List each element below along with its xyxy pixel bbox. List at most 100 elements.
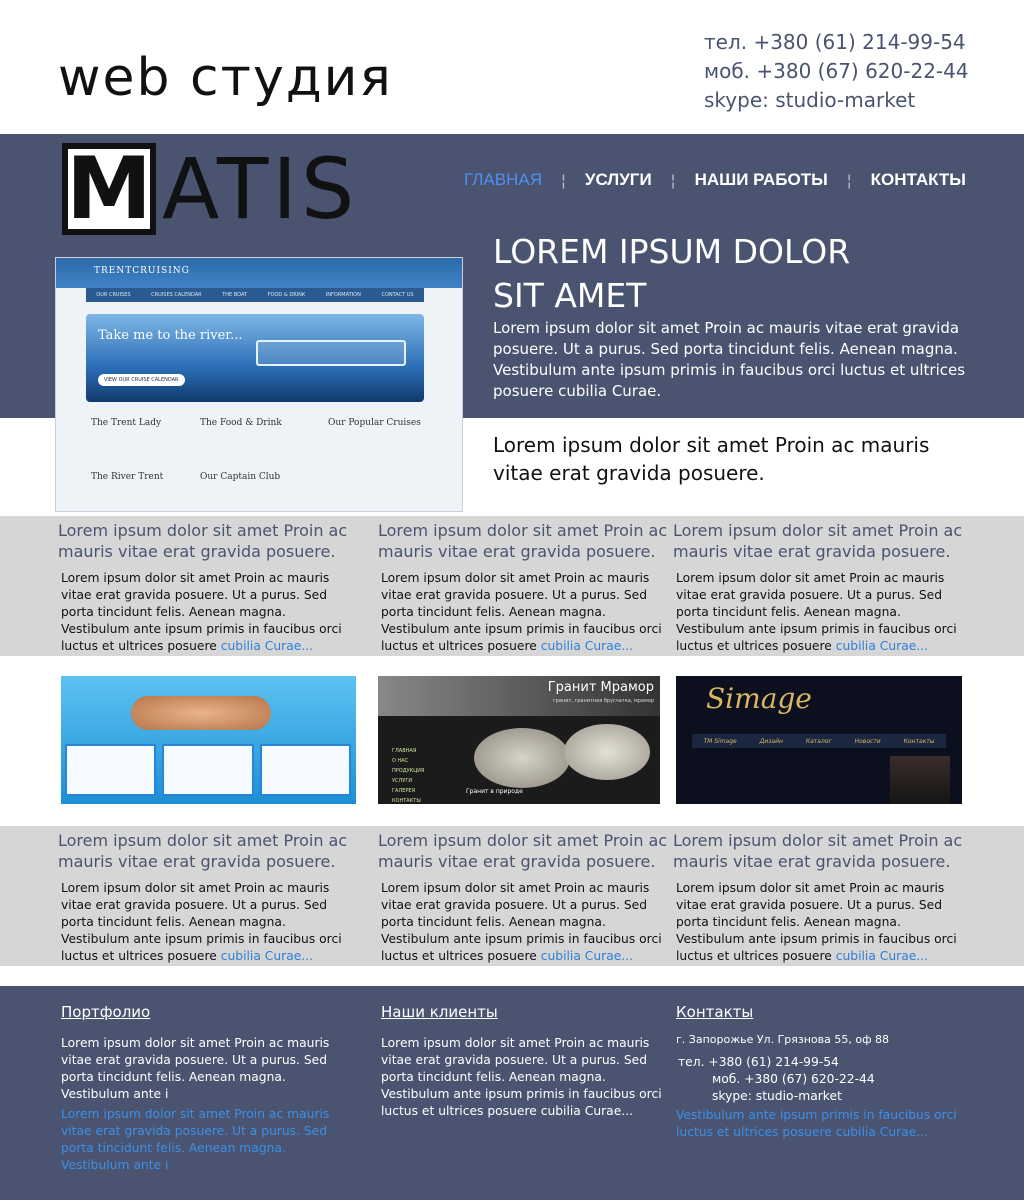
header-mobile: моб. +380 (67) 620-22-44 xyxy=(704,59,969,83)
screenshot-popular: Our Popular Cruises xyxy=(328,418,421,428)
nav-item-services[interactable]: УСЛУГИ xyxy=(571,170,666,190)
thumb-panels xyxy=(65,744,351,796)
stone-graphic xyxy=(564,724,650,780)
top-header: web студия тел. +380 (61) 214-99-54 моб.… xyxy=(0,0,1024,134)
card-link[interactable]: cubilia Curae... xyxy=(836,639,928,653)
hero-title: LOREM IPSUM DOLOR SIT AMET xyxy=(493,230,973,318)
simage-menu-item: Каталог xyxy=(805,737,832,745)
footer-clients-text: Lorem ipsum dolor sit amet Proin ac maur… xyxy=(381,1036,662,1118)
card-text: Lorem ipsum dolor sit amet Proin ac maur… xyxy=(673,880,968,965)
granite-menu-item: ГАЛЕРЕЯ xyxy=(392,788,416,794)
footer-mobile: моб. +380 (67) 620-22-44 xyxy=(712,1072,875,1086)
nav-item-contacts[interactable]: КОНТАКТЫ xyxy=(857,170,980,190)
hero-screenshot[interactable]: TRENTCRUISING OUR CRUISES CRUISES CALEND… xyxy=(55,257,463,512)
granite-menu: ГЛАВНАЯ О НАС ПРОДУКЦИЯ УСЛУГИ ГАЛЕРЕЯ К… xyxy=(392,746,424,804)
card-title: Lorem ipsum dolor sit amet Proin ac maur… xyxy=(58,831,348,871)
hero-subtitle: Lorem ipsum dolor sit amet Proin ac maur… xyxy=(493,433,930,485)
hero-title-line: SIT AMET xyxy=(493,276,647,315)
hero-title-line: LOREM IPSUM DOLOR xyxy=(493,232,851,271)
logo-m-box: M xyxy=(62,143,156,235)
nav-separator: ¦ xyxy=(670,170,676,190)
card: Lorem ipsum dolor sit amet Proin ac maur… xyxy=(673,830,968,965)
screenshot-menu-item: OUR CRUISES xyxy=(96,292,131,298)
screenshot-menu-item: THE BOAT xyxy=(222,292,248,298)
footer-contacts-link[interactable]: Vestibulum ante ipsum primis in faucibus… xyxy=(676,1107,976,1141)
screenshot-card-title: Our Captain Club xyxy=(200,472,281,482)
screenshot-brand: TRENTCRUISING xyxy=(94,266,190,276)
screenshot-card-title: The River Trent xyxy=(91,472,164,482)
simage-menu-item: ТМ Simage xyxy=(703,737,737,745)
card-title: Lorem ipsum dolor sit amet Proin ac maur… xyxy=(378,521,668,561)
card: Lorem ipsum dolor sit amet Proin ac maur… xyxy=(58,520,358,655)
thumb-panel xyxy=(162,744,254,796)
nav-separator: ¦ xyxy=(846,170,852,190)
screenshot-menu-item: FOOD & DRINK xyxy=(267,292,306,298)
card-link[interactable]: cubilia Curae... xyxy=(221,949,313,963)
footer-portfolio: Портфолио Lorem ipsum dolor sit amet Pro… xyxy=(61,1003,351,1174)
simage-logo: Simage xyxy=(706,682,812,715)
card-title: Lorem ipsum dolor sit amet Proin ac maur… xyxy=(673,521,963,561)
portfolio-thumb-simage[interactable]: Simage ТМ Simage Дизайн Каталог Новости … xyxy=(676,676,962,804)
footer-skype: skype: studio-market xyxy=(712,1089,842,1103)
footer-contacts: Контакты г. Запорожье Ул. Грязнова 55, о… xyxy=(676,1003,976,1141)
header-phone: тел. +380 (61) 214-99-54 xyxy=(704,30,966,54)
logo-matis-text: ATIS xyxy=(162,140,359,238)
granite-title: Гранит Мрамор xyxy=(547,680,654,695)
nav-item-home[interactable]: ГЛАВНАЯ xyxy=(450,170,556,190)
logo-web-text[interactable]: web студия xyxy=(58,52,393,104)
simage-photo xyxy=(890,756,950,804)
nav-item-works[interactable]: НАШИ РАБОТЫ xyxy=(681,170,842,190)
granite-menu-item: УСЛУГИ xyxy=(392,778,413,784)
card-text: Lorem ipsum dolor sit amet Proin ac maur… xyxy=(58,880,358,965)
screenshot-header: TRENTCRUISING xyxy=(56,258,462,288)
footer-contacts-title[interactable]: Контакты xyxy=(676,1003,976,1021)
nav-separator: ¦ xyxy=(560,170,567,190)
granite-menu-item: О НАС xyxy=(392,758,409,764)
logo-matis[interactable]: M ATIS xyxy=(62,141,434,237)
screenshot-card-title: The Trent Lady xyxy=(91,418,162,428)
card-title: Lorem ipsum dolor sit amet Proin ac maur… xyxy=(378,831,668,871)
granite-caption: Гранит в природе xyxy=(466,788,523,795)
thumb-panel xyxy=(65,744,157,796)
screenshot-cards: The Trent Lady The Food & Drink The Rive… xyxy=(91,418,301,482)
granite-header: Гранит Мрамор гранит, гранитная брусчатк… xyxy=(378,676,660,716)
portfolio-thumb-granite[interactable]: Гранит Мрамор гранит, гранитная брусчатк… xyxy=(378,676,660,804)
granite-menu-item: ПРОДУКЦИЯ xyxy=(392,768,425,774)
portfolio-thumb-swim[interactable] xyxy=(61,676,356,804)
header-skype: skype: studio-market xyxy=(704,88,916,112)
card-link[interactable]: cubilia Curae... xyxy=(836,949,928,963)
simage-menu-item: Дизайн xyxy=(759,737,783,745)
thumb-panel xyxy=(259,744,351,796)
page: web студия тел. +380 (61) 214-99-54 моб.… xyxy=(0,0,1024,1200)
card-link[interactable]: cubilia Curae... xyxy=(541,949,633,963)
card-text: Lorem ipsum dolor sit amet Proin ac maur… xyxy=(58,570,358,655)
granite-menu-item: ГЛАВНАЯ xyxy=(392,748,417,754)
main-nav: ГЛАВНАЯ ¦ УСЛУГИ ¦ НАШИ РАБОТЫ ¦ КОНТАКТ… xyxy=(450,170,980,190)
screenshot-menu-item: INFORMATION xyxy=(325,292,361,298)
header-contacts: тел. +380 (61) 214-99-54 моб. +380 (67) … xyxy=(704,28,969,115)
granite-menu-item: КОНТАКТЫ xyxy=(392,798,421,804)
footer-clients-title[interactable]: Наши клиенты xyxy=(381,1003,671,1021)
simage-menu-item: Новости xyxy=(854,737,881,745)
screenshot-banner: Take me to the river... VIEW OUR CRUISE … xyxy=(86,314,424,402)
card-text: Lorem ipsum dolor sit amet Proin ac maur… xyxy=(378,880,668,965)
footer-portfolio-link[interactable]: Lorem ipsum dolor sit amet Proin ac maur… xyxy=(61,1106,351,1174)
card-text: Lorem ipsum dolor sit amet Proin ac maur… xyxy=(673,570,968,655)
swimmer-graphic xyxy=(131,696,271,730)
stone-graphic xyxy=(474,728,570,788)
screenshot-banner-title: Take me to the river... xyxy=(98,328,243,343)
card: Lorem ipsum dolor sit amet Proin ac maur… xyxy=(58,830,358,965)
card-link[interactable]: cubilia Curae... xyxy=(541,639,633,653)
card: Lorem ipsum dolor sit amet Proin ac maur… xyxy=(378,830,668,965)
footer-address: г. Запорожье Ул. Грязнова 55, оф 88 xyxy=(676,1033,890,1046)
card-link[interactable]: cubilia Curae... xyxy=(221,639,313,653)
card-title: Lorem ipsum dolor sit amet Proin ac maur… xyxy=(673,831,963,871)
footer-portfolio-text: Lorem ipsum dolor sit amet Proin ac maur… xyxy=(61,1036,330,1101)
footer-clients: Наши клиенты Lorem ipsum dolor sit amet … xyxy=(381,1003,671,1120)
granite-subtitle: гранит, гранитная брусчатка, мрамор xyxy=(553,698,654,704)
simage-menu-item: Контакты xyxy=(903,737,935,745)
card-title: Lorem ipsum dolor sit amet Proin ac maur… xyxy=(58,521,348,561)
footer-portfolio-title[interactable]: Портфолио xyxy=(61,1003,351,1021)
screenshot-card-title: The Food & Drink xyxy=(200,418,282,428)
screenshot-menu-item: CRUISES CALENDAR xyxy=(151,292,202,298)
